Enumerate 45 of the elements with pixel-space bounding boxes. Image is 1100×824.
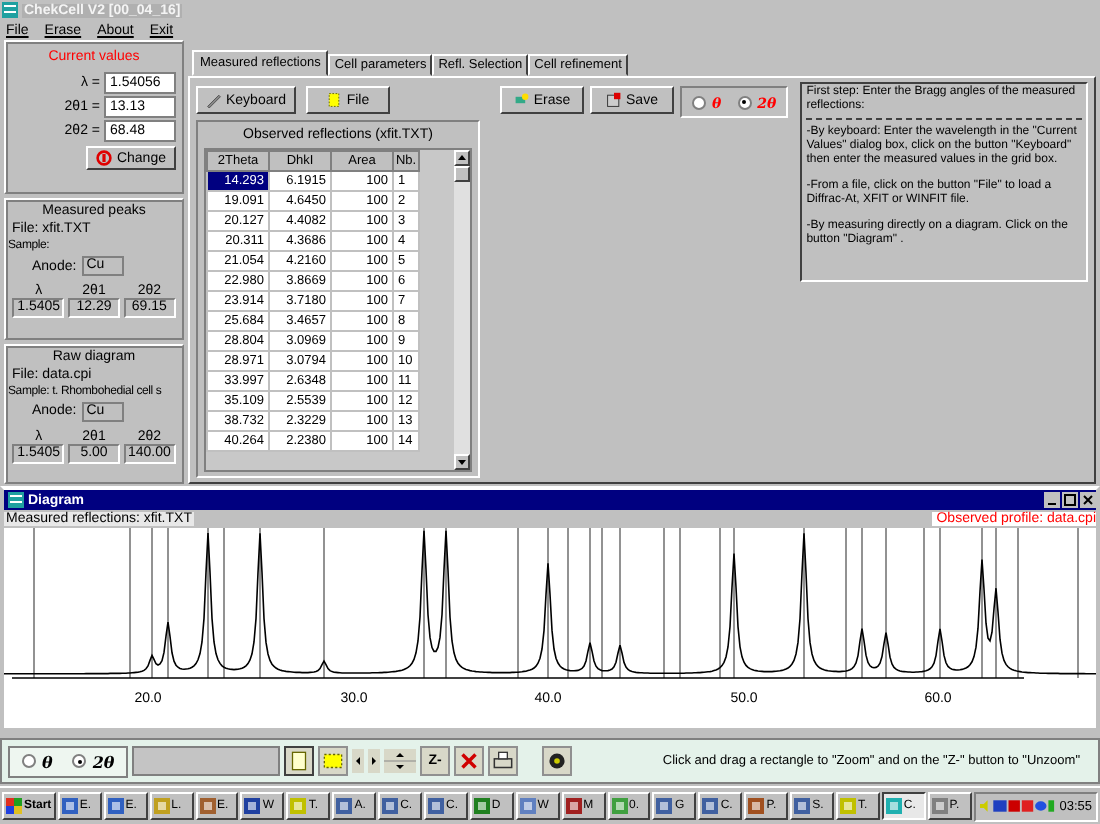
save-icon — [606, 92, 623, 108]
radio-button[interactable]: θ — [22, 751, 53, 771]
input-field[interactable] — [132, 746, 281, 776]
pen-icon — [206, 92, 222, 108]
app-icon — [794, 798, 811, 814]
app-icon — [840, 798, 856, 814]
app-icon — [519, 798, 536, 814]
printer-icon[interactable] — [487, 746, 518, 776]
windows-logo-icon — [6, 798, 22, 814]
scrollbar[interactable] — [454, 150, 470, 470]
app-icon — [107, 798, 124, 814]
tray-icons[interactable] — [979, 798, 1056, 814]
app-icon — [290, 798, 307, 814]
stop-icon — [96, 150, 113, 166]
app-icon — [473, 798, 490, 814]
app-icon — [199, 798, 216, 814]
grid-icon[interactable] — [318, 746, 349, 776]
app-icon — [2, 2, 18, 18]
scroll-up-icon[interactable] — [454, 150, 470, 166]
app-icon — [931, 798, 948, 814]
app-icon — [382, 798, 399, 814]
up-down-icon[interactable] — [384, 748, 417, 774]
app-icon — [336, 798, 353, 814]
radio-button[interactable]: 2θ — [72, 751, 115, 771]
app-icon — [748, 798, 765, 814]
maximize-icon[interactable] — [1062, 492, 1078, 508]
app-icon — [153, 798, 170, 814]
file-icon — [326, 92, 343, 108]
close-icon[interactable] — [453, 746, 484, 776]
close-icon[interactable] — [1080, 492, 1096, 508]
document-icon[interactable] — [284, 746, 315, 776]
eraser-icon — [513, 92, 530, 108]
app-icon — [702, 798, 719, 814]
app-icon — [8, 492, 24, 508]
minimize-icon[interactable] — [1044, 492, 1060, 508]
scroll-thumb[interactable] — [454, 166, 470, 182]
app-icon — [885, 798, 902, 814]
app-icon — [656, 798, 673, 814]
app-icon — [427, 798, 444, 814]
target-icon[interactable] — [541, 746, 572, 776]
app-icon — [61, 798, 78, 814]
scroll-down-icon[interactable] — [454, 454, 470, 470]
app-icon — [244, 798, 261, 814]
app-icon — [611, 798, 628, 814]
app-icon — [565, 798, 582, 814]
